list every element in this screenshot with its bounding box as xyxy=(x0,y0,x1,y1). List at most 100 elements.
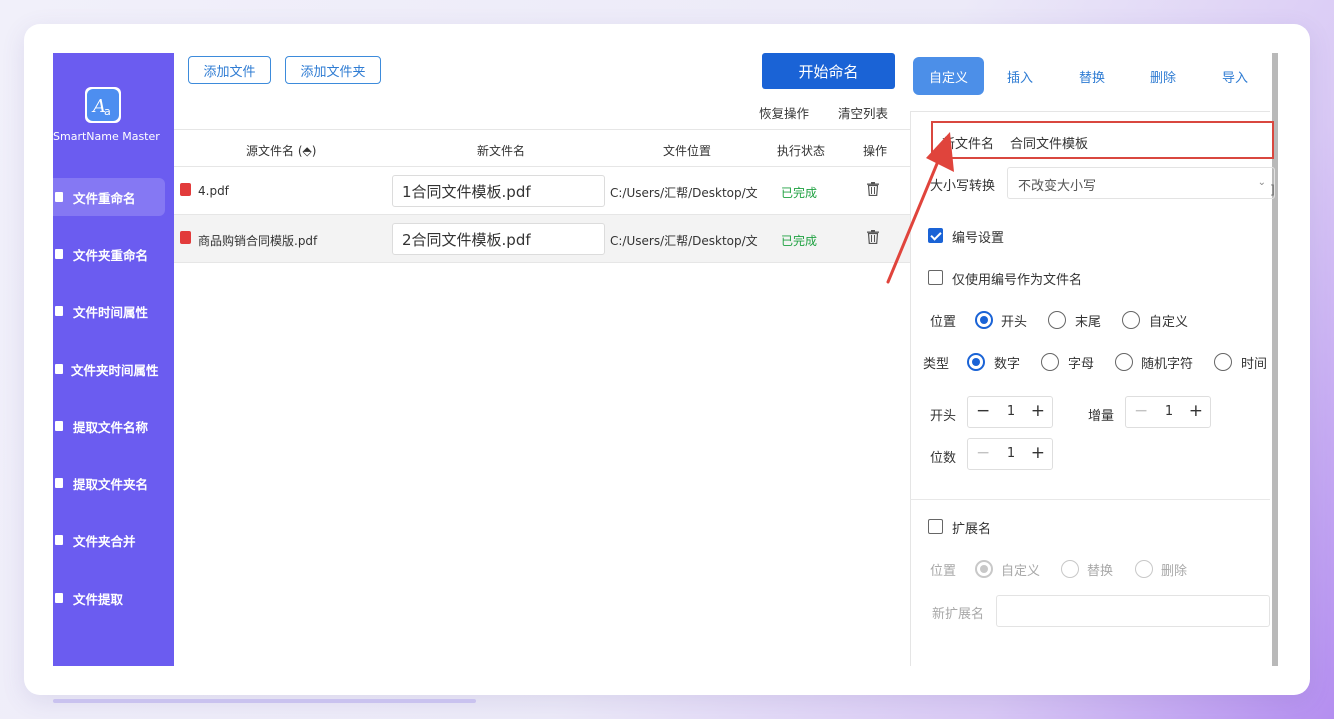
section-divider xyxy=(910,499,1270,500)
sidebar-item-folder-merge[interactable]: 文件夹合并 xyxy=(53,521,165,559)
position-start-label: 开头 xyxy=(1001,315,1028,330)
sidebar-item-extract-filename[interactable]: 提取文件名称 xyxy=(53,407,165,445)
header-new-name: 新文件名 xyxy=(477,144,526,158)
case-select-value: 不改变大小写 xyxy=(1018,179,1097,194)
ext-custom-radio[interactable] xyxy=(975,560,993,578)
file-icon xyxy=(55,421,63,431)
trash-icon[interactable] xyxy=(867,182,879,196)
svg-text:a: a xyxy=(104,105,111,118)
sort-icon[interactable]: (⬘) xyxy=(298,144,317,158)
tab-custom[interactable]: 自定义 xyxy=(913,57,984,95)
new-extension-input[interactable] xyxy=(996,595,1270,627)
file-icon xyxy=(55,478,63,488)
app-logo-text: SmartName Master xyxy=(53,130,160,143)
status-badge: 已完成 xyxy=(781,186,818,200)
ext-delete-label: 删除 xyxy=(1161,564,1188,579)
sidebar: A a SmartName Master 文件重命名 文件夹重命名 文件时间属性… xyxy=(53,53,174,666)
type-number-radio[interactable] xyxy=(967,353,985,371)
pdf-icon xyxy=(180,183,191,196)
status-badge: 已完成 xyxy=(781,234,818,248)
case-select[interactable]: 不改变大小写 ⌄ xyxy=(1007,167,1275,199)
type-letter-radio[interactable] xyxy=(1041,353,1059,371)
type-time-radio[interactable] xyxy=(1214,353,1232,371)
ext-replace-label: 替换 xyxy=(1087,564,1114,579)
new-name-input[interactable]: 合同文件模板 xyxy=(1010,133,1088,152)
trash-icon[interactable] xyxy=(867,230,879,244)
sidebar-item-label: 文件提取 xyxy=(73,591,124,607)
plus-icon[interactable]: + xyxy=(1031,401,1045,421)
type-random-radio[interactable] xyxy=(1115,353,1133,371)
digits-stepper[interactable]: − 1 + xyxy=(967,438,1053,470)
position-end-radio[interactable] xyxy=(1048,311,1066,329)
sidebar-item-extract-foldername[interactable]: 提取文件夹名 xyxy=(53,464,165,502)
position-custom-label: 自定义 xyxy=(1149,315,1189,330)
clear-list-button[interactable]: 清空列表 xyxy=(838,103,888,122)
extension-checkbox[interactable] xyxy=(928,519,943,534)
plus-icon[interactable]: + xyxy=(1189,401,1203,421)
ext-replace-radio[interactable] xyxy=(1061,560,1079,578)
plus-icon[interactable]: + xyxy=(1031,443,1045,463)
sidebar-item-file-rename[interactable]: 文件重命名 xyxy=(53,178,165,216)
type-number-label: 数字 xyxy=(994,357,1021,372)
settings-tabs: 自定义 插入 替换 删除 导入 xyxy=(910,57,1270,95)
numbering-only-label: 仅使用编号作为文件名 xyxy=(952,273,1083,288)
position-end-label: 末尾 xyxy=(1075,315,1102,330)
tab-import[interactable]: 导入 xyxy=(1205,57,1265,95)
file-icon xyxy=(55,306,63,316)
new-ext-label: 新扩展名 xyxy=(932,607,985,622)
sidebar-item-file-extract[interactable]: 文件提取 xyxy=(53,579,165,617)
increment-label: 增量 xyxy=(1088,409,1115,424)
file-icon xyxy=(55,249,63,259)
table-row[interactable]: 商品购销合同模版.pdf 2合同文件模板.pdf C:/Users/汇帮/Des… xyxy=(174,215,910,263)
new-filename-field[interactable]: 1合同文件模板.pdf xyxy=(392,175,605,207)
sidebar-item-label: 提取文件名称 xyxy=(73,419,149,435)
add-file-button[interactable]: 添加文件 xyxy=(188,56,271,84)
side-bracket-text: ] xyxy=(1270,183,1275,197)
sidebar-item-folder-time[interactable]: 文件夹时间属性 xyxy=(53,350,165,388)
file-location: C:/Users/汇帮/Desktop/文件 xyxy=(610,186,758,200)
sidebar-item-label: 文件夹合并 xyxy=(73,533,136,549)
start-stepper[interactable]: − 1 + xyxy=(967,396,1053,428)
tab-insert[interactable]: 插入 xyxy=(990,57,1050,95)
header-source[interactable]: 源文件名 (⬘) xyxy=(246,142,316,159)
new-filename-field[interactable]: 2合同文件模板.pdf xyxy=(392,223,605,255)
extension-label: 扩展名 xyxy=(952,522,992,537)
ext-custom-label: 自定义 xyxy=(1001,564,1041,579)
type-label: 类型 xyxy=(923,357,950,372)
position-start-radio[interactable] xyxy=(975,311,993,329)
pdf-icon xyxy=(180,231,191,244)
chevron-down-icon: ⌄ xyxy=(1257,177,1266,188)
sidebar-item-label: 文件夹重命名 xyxy=(73,247,149,263)
pointer-arrow-icon xyxy=(886,132,954,284)
source-filename: 商品购销合同模版.pdf xyxy=(198,234,318,248)
file-icon xyxy=(55,535,63,545)
tab-delete[interactable]: 删除 xyxy=(1133,57,1193,95)
file-table-header: 源文件名 (⬘) 新文件名 文件位置 执行状态 操作 xyxy=(174,129,910,167)
start-rename-button[interactable]: 开始命名 xyxy=(762,53,895,89)
type-time-label: 时间 xyxy=(1241,357,1268,372)
file-icon xyxy=(55,364,63,374)
header-source-label: 源文件名 xyxy=(246,144,295,158)
digits-label: 位数 xyxy=(930,451,957,466)
position-custom-radio[interactable] xyxy=(1122,311,1140,329)
type-random-label: 随机字符 xyxy=(1141,357,1194,372)
ext-position-label: 位置 xyxy=(930,564,957,579)
sidebar-item-folder-rename[interactable]: 文件夹重命名 xyxy=(53,235,165,273)
sidebar-item-file-time[interactable]: 文件时间属性 xyxy=(53,292,165,330)
sidebar-item-label: 提取文件夹名 xyxy=(73,476,149,492)
app-window: A a SmartName Master 文件重命名 文件夹重命名 文件时间属性… xyxy=(53,53,1280,666)
settings-panel: 自定义 插入 替换 删除 导入 新文件名 合同文件模板 大小写转换 不改变大小写… xyxy=(910,53,1280,666)
file-icon xyxy=(55,593,63,603)
ext-delete-radio[interactable] xyxy=(1135,560,1153,578)
add-folder-button[interactable]: 添加文件夹 xyxy=(285,56,381,84)
horizontal-scrollbar[interactable] xyxy=(53,699,476,703)
tab-replace[interactable]: 替换 xyxy=(1062,57,1122,95)
undo-button[interactable]: 恢复操作 xyxy=(759,103,809,122)
start-label: 开头 xyxy=(930,409,957,424)
sidebar-item-label: 文件时间属性 xyxy=(73,304,149,320)
increment-stepper[interactable]: − 1 + xyxy=(1125,396,1211,428)
table-row[interactable]: 4.pdf 1合同文件模板.pdf C:/Users/汇帮/Desktop/文件… xyxy=(174,167,910,215)
app-logo-icon: A a xyxy=(85,87,121,123)
sidebar-item-label: 文件重命名 xyxy=(73,190,136,206)
header-location: 文件位置 xyxy=(663,144,712,158)
